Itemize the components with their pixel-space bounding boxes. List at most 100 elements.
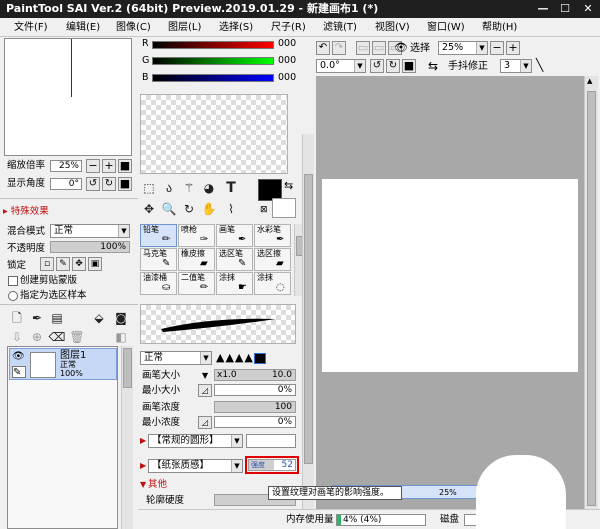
- layer-effect-icon[interactable]: ⬙: [90, 309, 108, 327]
- selection-source-radio[interactable]: [8, 291, 18, 301]
- menu-edit[interactable]: 编辑(E): [66, 20, 100, 35]
- eyedropper-icon[interactable]: ⌇: [222, 200, 240, 218]
- canvas-rotate-right-button[interactable]: ↻: [386, 59, 400, 73]
- navigator-preview[interactable]: [4, 38, 132, 156]
- undo-icon[interactable]: ↶: [316, 41, 330, 55]
- menu-filter[interactable]: 滤镜(T): [323, 20, 357, 35]
- menu-ruler[interactable]: 尺子(R): [271, 20, 306, 35]
- magic-wand-icon[interactable]: ⚚: [180, 179, 198, 197]
- menu-select[interactable]: 选择(S): [219, 20, 253, 35]
- rotate-tool-icon[interactable]: ↻: [180, 200, 198, 218]
- expand-arrow-icon[interactable]: ▶: [140, 436, 146, 445]
- lock-move-icon[interactable]: ✥: [72, 257, 86, 271]
- menu-layer[interactable]: 图层(L): [168, 20, 201, 35]
- new-layer-icon[interactable]: 🗋: [8, 309, 26, 327]
- canvas-paper[interactable]: [322, 179, 578, 372]
- brush-mode-select[interactable]: 正常 ▼: [140, 351, 212, 365]
- straight-line-icon[interactable]: ╲: [536, 58, 543, 72]
- canvas-v-scrollbar[interactable]: ▲: [584, 76, 598, 520]
- pen-layer-icon[interactable]: ✎: [12, 366, 26, 378]
- deselect-icon[interactable]: ▭: [356, 41, 370, 55]
- brush-smudge[interactable]: 涂抹 ☛: [216, 272, 253, 295]
- transparent-color-icon[interactable]: ⊠: [260, 205, 268, 215]
- brush-airbrush[interactable]: 喷枪 ✑: [178, 224, 215, 247]
- flip-horizontal-icon[interactable]: ⇆: [428, 59, 438, 73]
- strength-slider[interactable]: 强度 52: [248, 459, 296, 471]
- brush-tip-shapes[interactable]: ▲▲▲▲: [216, 351, 266, 365]
- texture-select[interactable]: 【纸张质感】 ▼: [148, 459, 243, 473]
- canvas-zoom-in-button[interactable]: +: [506, 41, 520, 55]
- menu-image[interactable]: 图像(C): [116, 20, 151, 35]
- brush-binary[interactable]: 二值笔 ✏: [178, 272, 215, 295]
- rect-select-icon[interactable]: ⬚: [140, 179, 158, 197]
- zoom-tool-icon[interactable]: 🔍: [160, 200, 178, 218]
- clip-mask-checkbox[interactable]: [8, 276, 18, 286]
- green-slider[interactable]: [152, 57, 274, 65]
- shape-icon[interactable]: ◕: [200, 179, 218, 197]
- brush-marker[interactable]: 马克笔 ✎: [140, 248, 177, 271]
- canvas-zoom-select[interactable]: 25% ▼: [438, 41, 488, 55]
- secondary-color-swatch[interactable]: [272, 198, 296, 218]
- brush-size-dropdown-icon[interactable]: ▼: [202, 370, 208, 382]
- scroll-up-icon[interactable]: ▲: [587, 77, 592, 85]
- menu-view[interactable]: 视图(V): [375, 20, 410, 35]
- mask-icon[interactable]: ◙: [112, 309, 130, 327]
- scroll-thumb[interactable]: [304, 174, 313, 464]
- menu-help[interactable]: 帮助(H): [482, 20, 517, 35]
- lock-all-icon[interactable]: ▣: [88, 257, 102, 271]
- clear-layer-icon[interactable]: ⌫: [48, 328, 66, 346]
- green-value[interactable]: 000: [278, 55, 296, 67]
- rotate-right-button[interactable]: ↻: [102, 177, 116, 191]
- opacity-slider[interactable]: 100%: [50, 241, 130, 253]
- zoom-value[interactable]: 25%: [50, 160, 82, 172]
- other-section-label[interactable]: 其他: [148, 479, 167, 491]
- move-icon[interactable]: ✥: [140, 200, 158, 218]
- layer-list-scrollbar[interactable]: [121, 346, 133, 529]
- canvas-angle-select[interactable]: 0.0° ▼: [316, 59, 366, 73]
- brush-bucket[interactable]: 油漆桶 ⛀: [140, 272, 177, 295]
- scroll-thumb[interactable]: [587, 91, 596, 506]
- blue-value[interactable]: 000: [278, 72, 296, 84]
- brush-pencil[interactable]: 铅笔 ✏: [140, 224, 177, 247]
- brush-size-slider[interactable]: x1.0 10.0: [214, 369, 296, 381]
- rotate-reset-button[interactable]: ■: [118, 177, 132, 191]
- brush-tip-flat[interactable]: [253, 352, 266, 364]
- redo-icon[interactable]: ↷: [332, 41, 346, 55]
- rotate-left-button[interactable]: ↺: [86, 177, 100, 191]
- scroll-thumb[interactable]: [123, 348, 132, 388]
- red-slider[interactable]: [152, 41, 274, 49]
- hand-icon[interactable]: ✋: [200, 200, 218, 218]
- brush-watercolor[interactable]: 水彩笔 ✒: [254, 224, 291, 247]
- brush-shape-select[interactable]: 【常规的圆形】 ▼: [148, 434, 243, 448]
- tool-panel-scrollbar[interactable]: [302, 134, 314, 529]
- brush-blur[interactable]: 涂抹 ◌: [254, 272, 291, 295]
- min-size-value[interactable]: 0%: [214, 384, 296, 396]
- lock-transparency-icon[interactable]: ▫: [40, 257, 54, 271]
- swap-colors-icon[interactable]: ⇆: [284, 179, 293, 192]
- blend-mode-select[interactable]: 正常 ▼: [50, 224, 130, 238]
- eye-icon[interactable]: 👁: [12, 351, 26, 363]
- stabilizer-select[interactable]: 3 ▼: [500, 59, 532, 73]
- angle-value[interactable]: 0°: [50, 178, 82, 190]
- zoom-in-button[interactable]: +: [102, 159, 116, 173]
- canvas-rotate-left-button[interactable]: ↺: [370, 59, 384, 73]
- close-button[interactable]: ✕: [577, 0, 599, 18]
- pressure-icon[interactable]: ◿: [198, 384, 212, 397]
- invert-select-icon[interactable]: ▭: [372, 41, 386, 55]
- density-slider[interactable]: 100: [214, 401, 296, 413]
- special-effects-header[interactable]: ▸ 特殊效果: [3, 206, 49, 218]
- collapse-arrow-icon[interactable]: ▼: [140, 480, 146, 489]
- selection-eye-icon[interactable]: 👁: [394, 41, 408, 54]
- brush-eraser[interactable]: 橡皮擦 ▰: [178, 248, 215, 271]
- canvas-viewport[interactable]: [316, 76, 584, 520]
- brush-select-eraser[interactable]: 选区擦 ▰: [254, 248, 291, 271]
- zoom-reset-button[interactable]: ■: [118, 159, 132, 173]
- text-tool-icon[interactable]: T: [222, 179, 240, 197]
- maximize-button[interactable]: ☐: [554, 0, 576, 18]
- swatch-area[interactable]: [140, 94, 288, 174]
- merge-down-icon[interactable]: ⊕: [28, 328, 46, 346]
- lock-paint-icon[interactable]: ✎: [56, 257, 70, 271]
- menu-window[interactable]: 窗口(W): [427, 20, 465, 35]
- canvas-rotate-reset-button[interactable]: ■: [402, 59, 416, 73]
- lasso-icon[interactable]: ა: [160, 179, 178, 197]
